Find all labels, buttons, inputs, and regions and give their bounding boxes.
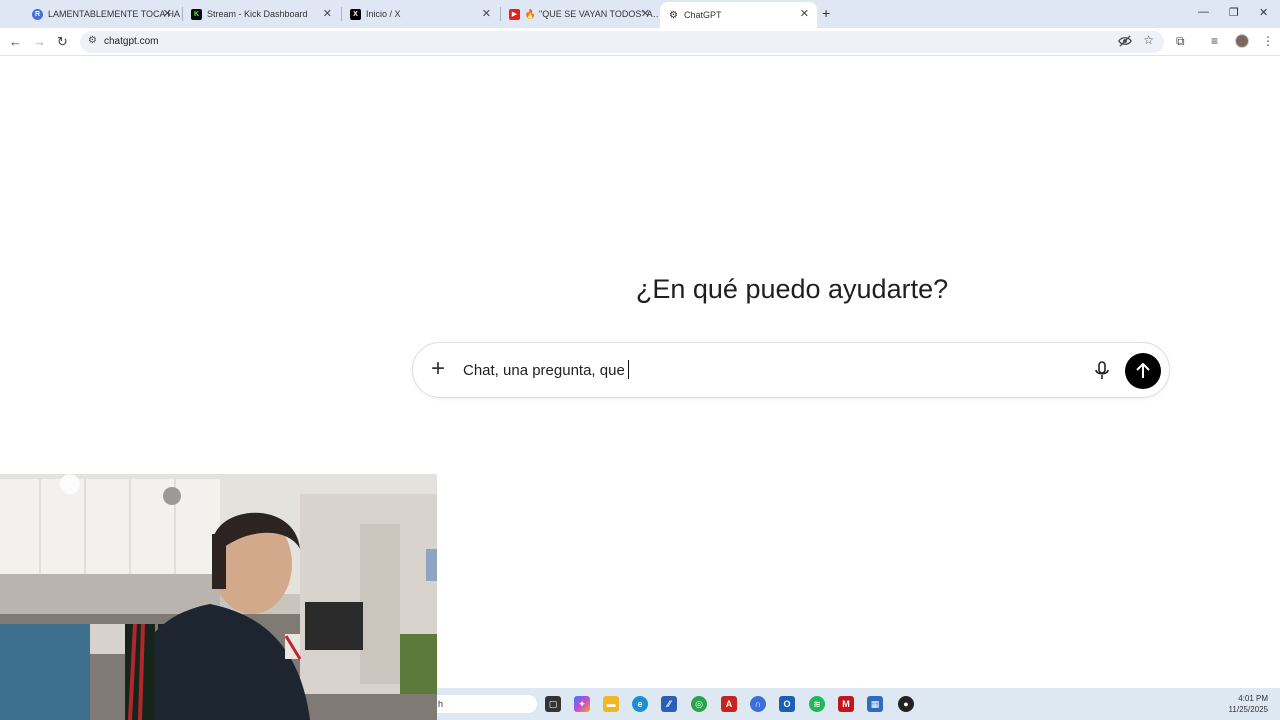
minimize-window-button[interactable]: — [1198,6,1209,18]
site-info-icon[interactable]: ⚙ [88,35,97,46]
arc-app-icon[interactable]: ∩ [750,696,766,712]
close-tab-icon[interactable]: ✕ [482,7,491,20]
menu-kebab-icon[interactable]: ⋮ [1262,34,1274,48]
mcafee-icon[interactable]: M [838,696,854,712]
close-tab-icon[interactable]: ✕ [163,7,172,20]
url-text[interactable]: chatgpt.com [104,36,158,47]
chatgpt-logo-icon: ⚙ [669,9,678,21]
forward-button[interactable]: → [33,34,46,49]
tab-kick-dashboard[interactable]: K Stream - Kick Dashboard ✕ [183,2,340,26]
screen: R LAMENTABLEMENTE TOCA HA… ✕ K Stream - … [0,0,1280,720]
webcam-overlay [0,474,437,720]
media-controls-icon[interactable]: ≡ [1211,34,1218,48]
extensions-icon[interactable]: ⧉ [1176,34,1185,49]
address-bar[interactable]: ⚙ chatgpt.com ☆ [80,31,1164,53]
app-icon[interactable]: ⁄⁄ [661,696,677,712]
microphone-icon[interactable] [1094,361,1110,386]
clock-date: 11/25/2025 [1228,705,1268,714]
x-logo-icon: X [350,8,361,20]
send-button[interactable] [1125,353,1161,389]
outlook-icon[interactable]: O [779,696,795,712]
tab-x-inicio[interactable]: X Inicio / X ✕ [342,2,499,26]
close-tab-icon[interactable]: ✕ [641,7,650,20]
taskbar-search-input[interactable]: h [437,695,537,713]
edge-browser-icon[interactable]: e [632,696,648,712]
profile-avatar[interactable] [1235,34,1249,48]
browser-toolbar: ← → ↻ ⚙ chatgpt.com ☆ ⧉ ≡ ⋮ [0,28,1280,56]
task-view-icon[interactable]: ▢ [545,696,561,712]
page-heading: ¿En qué puedo ayudarte? [635,274,949,304]
tab-lamentablemente[interactable]: R LAMENTABLEMENTE TOCA HA… ✕ [24,2,180,26]
close-tab-icon[interactable]: ✕ [323,7,332,20]
windows-taskbar: h ▢ ✦ ▬ e ⁄⁄ ◎ A ∩ O ≋ M ▦ ● 4:01 PM 11/… [437,688,1280,720]
file-explorer-icon[interactable]: ▬ [603,696,619,712]
obs-icon[interactable]: ● [898,696,914,712]
r-avatar-icon: R [32,8,43,20]
reload-button[interactable]: ↻ [57,34,68,50]
taskbar-search-text: h [438,699,444,709]
tab-youtube-video[interactable]: ▶ 🔥 "QUE SE VAYAN TODOS" A… ✕ [501,2,658,26]
arrow-up-icon [1136,362,1150,378]
browser-tab-strip: R LAMENTABLEMENTE TOCA HA… ✕ K Stream - … [0,0,1280,28]
chrome-icon[interactable]: ◎ [691,696,707,712]
youtube-icon: ▶ [509,8,520,20]
close-window-button[interactable]: ✕ [1259,6,1268,19]
acrobat-icon[interactable]: A [721,696,737,712]
fire-icon: 🔥 [524,8,537,19]
prompt-input-text: Chat, una pregunta, que [463,362,625,379]
clock-time: 4:01 PM [1238,694,1268,703]
eye-off-icon[interactable] [1118,34,1132,53]
system-clock[interactable]: 4:01 PM 11/25/2025 [1229,693,1268,715]
prompt-input[interactable]: Chat, una pregunta, que [463,360,629,379]
restore-window-button[interactable]: ❐ [1229,6,1239,19]
back-button[interactable]: ← [9,34,22,49]
tab-chatgpt[interactable]: ⚙ ChatGPT ✕ [660,2,817,28]
bookmark-star-icon[interactable]: ☆ [1143,33,1154,47]
spotify-icon[interactable]: ≋ [809,696,825,712]
store-icon[interactable]: ▦ [867,696,883,712]
kick-logo-icon: K [191,8,202,20]
copilot-icon[interactable]: ✦ [574,696,590,712]
close-tab-icon[interactable]: ✕ [800,7,809,20]
add-attachment-button[interactable]: + [431,356,445,382]
text-caret [627,360,629,379]
new-tab-button[interactable]: + [822,5,830,21]
prompt-composer[interactable]: + Chat, una pregunta, que [412,342,1170,398]
